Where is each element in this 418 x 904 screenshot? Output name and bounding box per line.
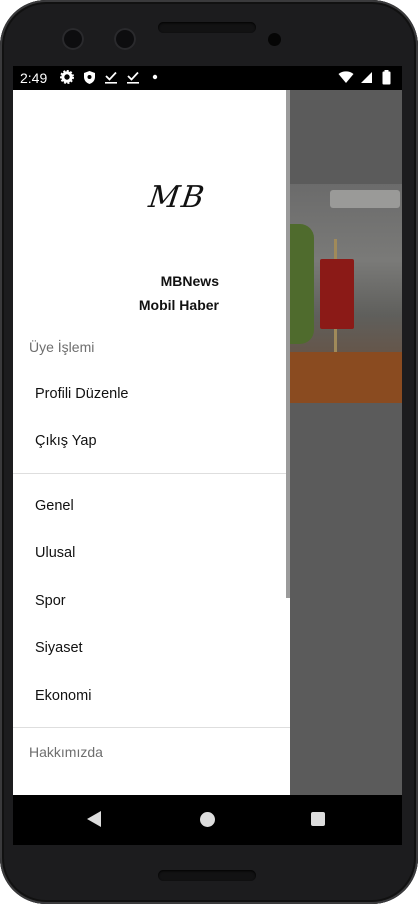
front-camera [62, 28, 84, 50]
system-nav-bar [13, 795, 402, 845]
battery-icon [378, 69, 394, 85]
bottom-speaker [158, 870, 256, 881]
drawer-header: MB MBNews Mobil Haber [13, 90, 290, 330]
drawer-scrollbar[interactable] [286, 90, 290, 598]
menu-item-ekonomi[interactable]: Ekonomi [35, 688, 91, 704]
section-title-uye: Üye İşlemi [29, 339, 95, 355]
divider [13, 727, 290, 728]
news-photo[interactable] [290, 184, 402, 403]
status-bar: 2:49 [13, 66, 402, 90]
check-icon [103, 69, 119, 85]
back-icon[interactable] [87, 811, 101, 827]
navigation-drawer: MB MBNews Mobil Haber Üye İşlemi Profili… [13, 90, 290, 795]
home-icon[interactable] [200, 812, 215, 827]
menu-item-siyaset[interactable]: Siyaset [35, 640, 83, 656]
menu-item-profili-duzenle[interactable]: Profili Düzenle [35, 386, 129, 402]
section-title-hakkimizda: Hakkımızda [29, 744, 103, 760]
top-speaker [158, 22, 256, 33]
shield-icon [81, 69, 97, 85]
app-subtitle: Mobil Haber [138, 297, 219, 313]
screen: 2:49 MB MBNews Mobil Haber Üye İşlemi Pr… [13, 66, 402, 845]
settings-icon [59, 69, 75, 85]
menu-item-spor[interactable]: Spor [35, 593, 66, 609]
menu-item-cikis-yap[interactable]: Çıkış Yap [35, 433, 97, 449]
divider [13, 473, 290, 474]
dot-icon [147, 69, 163, 85]
phone-frame: 2:49 MB MBNews Mobil Haber Üye İşlemi Pr… [0, 0, 418, 904]
menu-item-ulusal[interactable]: Ulusal [35, 545, 75, 561]
front-camera-secondary [114, 28, 136, 50]
status-time: 2:49 [20, 70, 48, 86]
status-icons-right [338, 69, 394, 85]
app-logo: MB [146, 180, 209, 215]
recents-icon[interactable] [311, 812, 325, 826]
status-icons-left [59, 69, 163, 85]
proximity-sensor [268, 33, 281, 46]
app-name: MBNews [160, 273, 219, 289]
signal-icon [358, 69, 374, 85]
check-icon [125, 69, 141, 85]
menu-item-genel[interactable]: Genel [35, 498, 74, 514]
wifi-icon [338, 69, 354, 85]
